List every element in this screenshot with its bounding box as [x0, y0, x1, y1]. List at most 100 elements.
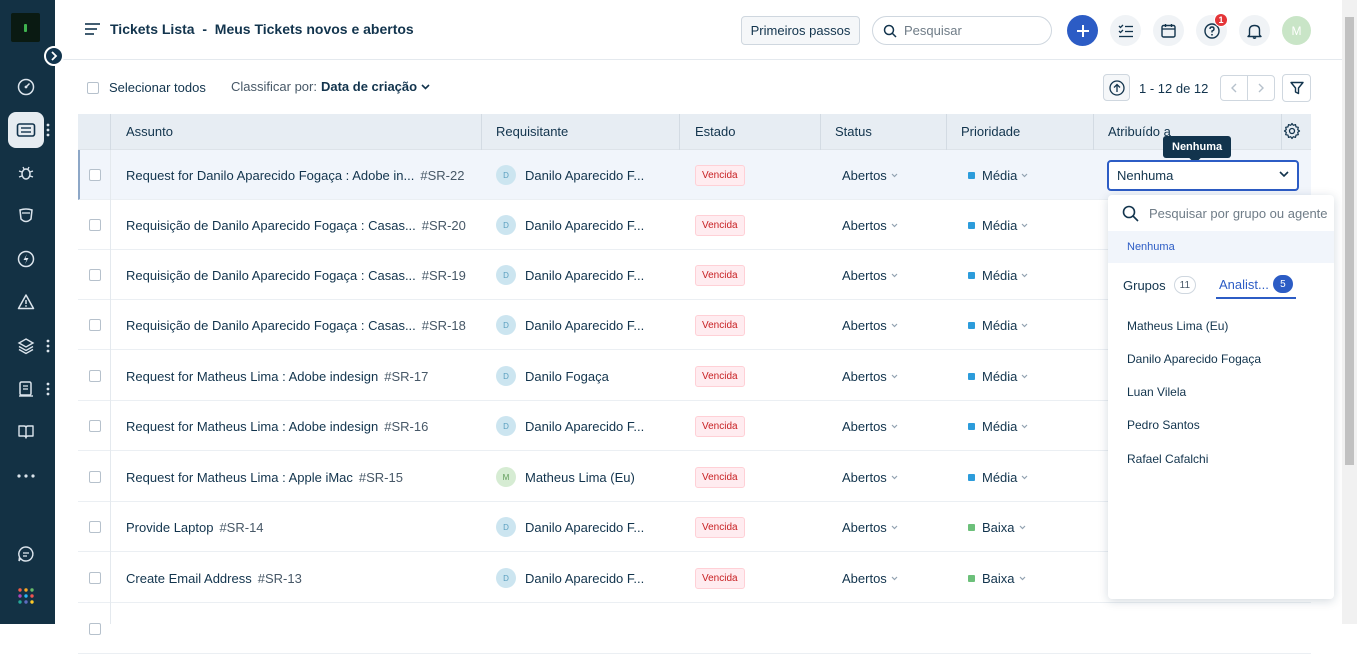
ticket-subject[interactable]: Provide Laptop #SR-14 — [126, 502, 264, 552]
tickets-icon[interactable] — [8, 112, 44, 148]
export-button[interactable] — [1103, 74, 1130, 101]
column-header-status[interactable]: Status — [835, 114, 872, 150]
status-dropdown[interactable]: Abertos — [842, 553, 898, 603]
select-all-checkbox[interactable] — [87, 81, 99, 94]
row-checkbox[interactable] — [89, 420, 101, 432]
row-checkbox[interactable] — [89, 471, 101, 483]
ticket-subject-text[interactable]: Requisição de Danilo Aparecido Fogaça : … — [126, 268, 416, 283]
column-header-assigned[interactable]: Atribuído a — [1108, 114, 1171, 150]
column-header-priority[interactable]: Prioridade — [961, 114, 1020, 150]
ticket-subject[interactable]: Request for Danilo Aparecido Fogaça : Ad… — [126, 150, 464, 200]
ticket-subject[interactable]: Requisição de Danilo Aparecido Fogaça : … — [126, 250, 466, 300]
status-dropdown[interactable]: Abertos — [842, 150, 898, 200]
search-input[interactable]: Pesquisar — [872, 16, 1052, 45]
requester-cell[interactable]: M Matheus Lima (Eu) — [496, 452, 635, 502]
select-all[interactable]: Selecionar todos — [87, 80, 206, 95]
requester-cell[interactable]: D Danilo Aparecido F... — [496, 200, 644, 250]
option-none[interactable]: Nenhuma — [1108, 231, 1334, 263]
changes-icon[interactable] — [8, 198, 44, 234]
chat-icon[interactable] — [8, 536, 44, 572]
tab-agents[interactable]: Analist... 5 — [1216, 271, 1296, 299]
ticket-subject-text[interactable]: Requisição de Danilo Aparecido Fogaça : … — [126, 218, 416, 233]
releases-icon[interactable] — [8, 241, 44, 277]
requester-cell[interactable]: D Danilo Aparecido F... — [496, 502, 644, 552]
ticket-subject-text[interactable]: Provide Laptop — [126, 520, 213, 535]
tab-groups[interactable]: Grupos 11 — [1123, 271, 1197, 299]
priority-dropdown[interactable]: Média — [968, 351, 1028, 401]
more-icon[interactable] — [8, 458, 44, 494]
assigned-to-select[interactable]: Nenhuma — [1107, 160, 1299, 191]
sort-dropdown[interactable]: Classificar por: Data de criação — [231, 79, 430, 94]
row-checkbox[interactable] — [89, 269, 101, 281]
user-avatar[interactable]: M — [1282, 16, 1311, 45]
ticket-subject-text[interactable]: Request for Danilo Aparecido Fogaça : Ad… — [126, 168, 414, 183]
requester-cell[interactable]: D Danilo Aparecido F... — [496, 553, 644, 603]
ticket-subject[interactable]: Create Email Address #SR-13 — [126, 553, 302, 603]
column-header-state[interactable]: Estado — [695, 114, 735, 150]
requester-cell[interactable]: D Danilo Aparecido F... — [496, 150, 644, 200]
row-checkbox[interactable] — [89, 572, 101, 584]
row-checkbox[interactable] — [89, 370, 101, 382]
priority-dropdown[interactable]: Baixa — [968, 502, 1026, 552]
ticket-subject-text[interactable]: Request for Matheus Lima : Adobe indesig… — [126, 419, 378, 434]
status-dropdown[interactable]: Abertos — [842, 250, 898, 300]
apps-icon[interactable] — [8, 578, 44, 614]
getting-started-button[interactable]: Primeiros passos — [741, 16, 860, 45]
sidebar-toggle-button[interactable] — [44, 46, 64, 66]
solutions-icon[interactable] — [8, 414, 44, 450]
requester-cell[interactable]: D Danilo Fogaça — [496, 351, 609, 401]
agent-option[interactable]: Matheus Lima (Eu) — [1127, 319, 1228, 333]
status-dropdown[interactable]: Abertos — [842, 351, 898, 401]
column-header-subject[interactable]: Assunto — [126, 114, 173, 150]
scrollbar-thumb[interactable] — [1345, 17, 1354, 465]
column-header-requester[interactable]: Requisitante — [496, 114, 568, 150]
agent-option[interactable]: Danilo Aparecido Fogaça — [1127, 352, 1261, 366]
ticket-subject-text[interactable]: Request for Matheus Lima : Adobe indesig… — [126, 369, 378, 384]
ticket-subject[interactable]: Request for Matheus Lima : Adobe indesig… — [126, 401, 428, 451]
row-checkbox[interactable] — [89, 219, 101, 231]
ticket-subject-text[interactable]: Request for Matheus Lima : Apple iMac — [126, 470, 353, 485]
row-checkbox[interactable] — [89, 169, 101, 181]
agent-option[interactable]: Rafael Cafalchi — [1127, 452, 1208, 466]
app-logo[interactable] — [11, 13, 40, 42]
new-button[interactable] — [1067, 15, 1098, 46]
status-dropdown[interactable]: Abertos — [842, 452, 898, 502]
priority-dropdown[interactable]: Média — [968, 150, 1028, 200]
assets-icon[interactable] — [8, 328, 44, 364]
next-page-button[interactable] — [1247, 75, 1275, 101]
row-checkbox[interactable] — [89, 319, 101, 331]
status-dropdown[interactable]: Abertos — [842, 401, 898, 451]
priority-dropdown[interactable]: Média — [968, 452, 1028, 502]
filter-button[interactable] — [1282, 74, 1311, 102]
assets-more-icon[interactable] — [46, 339, 50, 353]
ticket-subject[interactable]: Requisição de Danilo Aparecido Fogaça : … — [126, 200, 466, 250]
agent-option[interactable]: Pedro Santos — [1127, 418, 1200, 432]
status-dropdown[interactable]: Abertos — [842, 300, 898, 350]
dashboard-icon[interactable] — [8, 69, 44, 105]
table-row-partial[interactable] — [78, 604, 1311, 654]
projects-icon[interactable] — [8, 371, 44, 407]
requester-cell[interactable]: D Danilo Aparecido F... — [496, 250, 644, 300]
priority-dropdown[interactable]: Média — [968, 250, 1028, 300]
requester-cell[interactable]: D Danilo Aparecido F... — [496, 300, 644, 350]
menu-icon[interactable] — [85, 22, 101, 41]
tickets-more-icon[interactable] — [46, 123, 50, 137]
ticket-subject-text[interactable]: Requisição de Danilo Aparecido Fogaça : … — [126, 318, 416, 333]
agent-option[interactable]: Luan Vilela — [1127, 385, 1186, 399]
settings-gear-icon[interactable] — [1283, 122, 1301, 145]
ticket-subject[interactable]: Requisição de Danilo Aparecido Fogaça : … — [126, 300, 466, 350]
priority-dropdown[interactable]: Baixa — [968, 553, 1026, 603]
requester-cell[interactable]: D Danilo Aparecido F... — [496, 401, 644, 451]
projects-more-icon[interactable] — [46, 382, 50, 396]
todo-icon[interactable] — [1110, 15, 1141, 46]
alerts-icon[interactable] — [8, 284, 44, 320]
page-scrollbar[interactable] — [1342, 0, 1357, 624]
problems-icon[interactable] — [8, 155, 44, 191]
row-checkbox[interactable] — [89, 521, 101, 533]
status-dropdown[interactable]: Abertos — [842, 502, 898, 552]
calendar-icon[interactable] — [1153, 15, 1184, 46]
priority-dropdown[interactable]: Média — [968, 200, 1028, 250]
ticket-subject[interactable]: Request for Matheus Lima : Adobe indesig… — [126, 351, 428, 401]
bell-icon[interactable] — [1239, 15, 1270, 46]
priority-dropdown[interactable]: Média — [968, 300, 1028, 350]
